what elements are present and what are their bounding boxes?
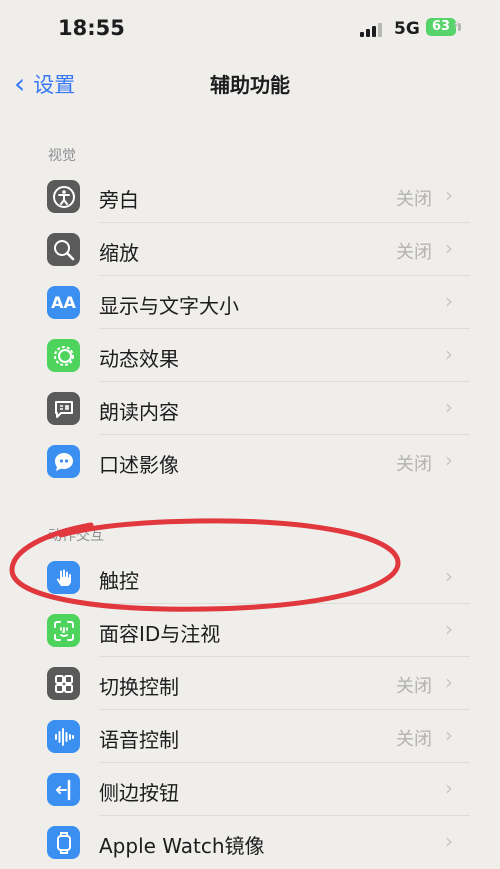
item-label: 缩放: [99, 241, 139, 265]
item-value: 关闭: [396, 189, 432, 210]
chevron-right-icon: ›: [445, 395, 453, 419]
charging-bolt-icon: ⚡: [452, 18, 461, 32]
voiceover-icon: [47, 180, 80, 213]
item-label: Apple Watch镜像: [99, 834, 265, 858]
list-item-audio-description[interactable]: 口述影像 关闭 ›: [0, 435, 500, 488]
item-label: 朗读内容: [99, 400, 179, 424]
list-item-touch[interactable]: 触控 ›: [0, 551, 500, 604]
chevron-right-icon: ›: [445, 236, 453, 260]
chevron-right-icon: ›: [445, 829, 453, 853]
battery-level: 63: [431, 19, 451, 34]
list-item-apple-watch-mirroring[interactable]: Apple Watch镜像 ›: [0, 816, 500, 869]
zoom-icon: [47, 233, 80, 266]
chevron-right-icon: ›: [445, 289, 453, 313]
list-item-zoom[interactable]: 缩放 关闭 ›: [0, 223, 500, 276]
item-value: 关闭: [396, 676, 432, 697]
item-label: 动态效果: [99, 347, 179, 371]
navigation-bar: ‹ 设置 辅助功能: [0, 62, 500, 102]
motion-icon: [47, 339, 80, 372]
page-title: 辅助功能: [210, 73, 290, 97]
spoken-content-icon: [47, 392, 80, 425]
cellular-signal-icon: [360, 23, 384, 37]
chevron-right-icon: ›: [445, 342, 453, 366]
item-value: 关闭: [396, 454, 432, 475]
item-value: 关闭: [396, 242, 432, 263]
network-type: 5G: [394, 19, 420, 39]
list-item-spoken-content[interactable]: 朗读内容 ›: [0, 382, 500, 435]
apple-watch-icon: [47, 826, 80, 859]
item-label: 旁白: [99, 188, 139, 212]
chevron-right-icon: ›: [445, 723, 453, 747]
touch-icon: [47, 561, 80, 594]
chevron-right-icon: ›: [445, 183, 453, 207]
switch-control-icon: [47, 667, 80, 700]
section-header-vision: 视觉: [48, 148, 76, 164]
list-item-voiceover[interactable]: 旁白 关闭 ›: [0, 170, 500, 223]
item-label: 侧边按钮: [99, 781, 179, 805]
list-item-switch-control[interactable]: 切换控制 关闭 ›: [0, 657, 500, 710]
chevron-right-icon: ›: [445, 776, 453, 800]
audio-description-icon: [47, 445, 80, 478]
voice-control-icon: [47, 720, 80, 753]
item-value: 关闭: [396, 729, 432, 750]
list-item-voice-control[interactable]: 语音控制 关闭 ›: [0, 710, 500, 763]
section-header-physical-motor: 动作交互: [48, 528, 104, 544]
status-bar: 18:55 5G 63 ⚡: [0, 0, 500, 60]
side-button-icon: [47, 773, 80, 806]
item-label: 切换控制: [99, 675, 179, 699]
item-label: 语音控制: [99, 728, 179, 752]
item-label: 面容ID与注视: [99, 622, 221, 646]
chevron-right-icon: ›: [445, 670, 453, 694]
item-label: 触控: [99, 569, 139, 593]
face-id-icon: [47, 614, 80, 647]
chevron-right-icon: ›: [445, 617, 453, 641]
text-size-icon: AA: [47, 286, 80, 319]
status-time: 18:55: [58, 16, 125, 40]
item-label: 口述影像: [99, 453, 179, 477]
chevron-right-icon: ›: [445, 564, 453, 588]
list-item-motion[interactable]: 动态效果 ›: [0, 329, 500, 382]
list-item-display-text-size[interactable]: AA 显示与文字大小 ›: [0, 276, 500, 329]
item-label: 显示与文字大小: [99, 294, 239, 318]
chevron-right-icon: ›: [445, 448, 453, 472]
list-item-side-button[interactable]: 侧边按钮 ›: [0, 763, 500, 816]
list-item-face-id[interactable]: 面容ID与注视 ›: [0, 604, 500, 657]
